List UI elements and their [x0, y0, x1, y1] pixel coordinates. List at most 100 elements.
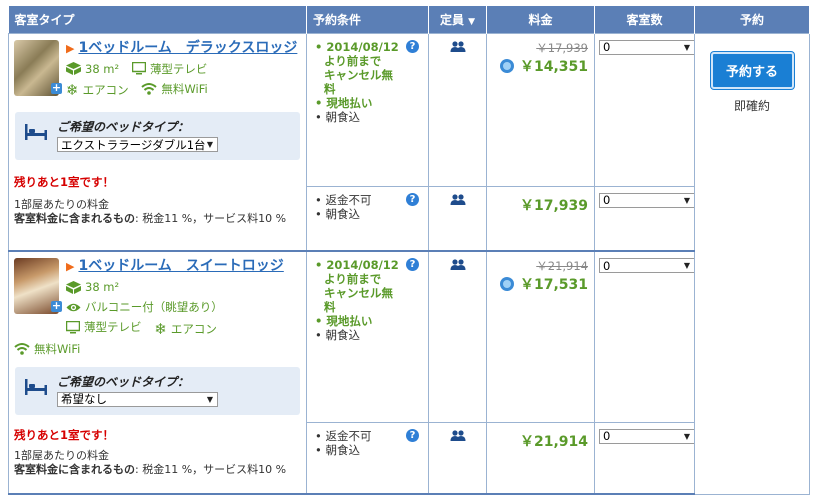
bed-icon [25, 378, 47, 395]
included-label: 客室料金に含まれるもの [14, 462, 135, 476]
quantity-cell: 0 ▼ [594, 185, 695, 252]
plus-icon: + [51, 80, 62, 94]
breakfast-label: 朝食込 [325, 442, 360, 457]
wifi-icon [141, 83, 158, 95]
quantity-cell: 0 ▼ [594, 32, 695, 187]
bed-type-label: ご希望のベッドタイプ： [57, 374, 190, 389]
room-thumbnail[interactable]: + [14, 258, 62, 314]
bed-type-value: エクストララージダブル1台 [61, 137, 206, 152]
header-room-type: 客室タイプ [8, 6, 307, 33]
help-icon[interactable]: ? [406, 192, 419, 206]
header-capacity-label: 定員 [439, 12, 464, 27]
room-quantity-select[interactable]: 0 ▼ [599, 428, 695, 444]
header-conditions: 予約条件 [306, 6, 429, 33]
discount-icon [499, 58, 514, 73]
help-icon[interactable]: ? [406, 258, 419, 271]
instant-confirm-label: 即確約 [733, 98, 770, 113]
pay-at-hotel-label: 現地払い [326, 95, 373, 110]
feature-wifi-label: 無料WiFi [161, 81, 208, 96]
bed-type-select[interactable]: 希望なし ▼ [57, 391, 218, 407]
snowflake-ac-icon: ❄ [154, 319, 167, 338]
price: ￥17,531 [519, 277, 588, 293]
breakfast-included: • 朝食込 [315, 442, 360, 457]
included-note: 客室料金に含まれるもの: 税金11 %，サービス料10 % [14, 212, 306, 226]
room-thumbnail[interactable]: + [14, 39, 62, 96]
room-name: 1ベッドルーム スイートロッジ [78, 258, 284, 274]
breakfast-label: 朝食込 [325, 109, 360, 124]
feature-tv: 薄型テレビ [131, 59, 208, 79]
quantity-cell: 0 ▼ [594, 421, 695, 495]
conditions-cell: • 2014/08/12 より前まで キャンセル無 料 • 現地払い • 朝食込… [306, 32, 429, 187]
cancel-date: 2014/08/12 [326, 39, 399, 54]
non-refundable-label: 返金不可 [325, 192, 372, 207]
bed-type-select[interactable]: エクストララージダブル1台 ▼ [57, 137, 218, 152]
pay-at-hotel-label: 現地払い [326, 314, 373, 328]
capacity-cell [428, 185, 487, 252]
persons-icon [450, 193, 465, 205]
tv-icon [131, 62, 146, 75]
bed-type-box: ご希望のベッドタイプ： エクストララージダブル1台 ▼ [15, 112, 300, 160]
persons-icon [450, 40, 465, 52]
cancel-line-2: より前まで [324, 272, 382, 286]
room-cell: + ▶ 1ベッドルーム スイートロッジ 38 m² バルコニー付（眺望あり） 薄型… [8, 250, 307, 495]
book-button[interactable]: 予約する [710, 51, 794, 89]
feature-ac: ❄ エアコン [154, 319, 217, 339]
wifi-icon [14, 343, 30, 355]
breakfast-included: • 朝食込 [315, 328, 360, 342]
included-note: 客室料金に含まれるもの: 税金11 %，サービス料10 % [14, 463, 306, 477]
bed-type-box: ご希望のベッドタイプ： 希望なし ▼ [15, 366, 300, 415]
price-cell: ￥17,939 ￥14,351 [486, 32, 595, 187]
breakfast-label: 朝食込 [325, 206, 360, 221]
feature-ac: ❄ エアコン [66, 80, 129, 100]
non-refundable-label: 返金不可 [325, 428, 372, 443]
cancel-line-3: キャンセル無 [324, 286, 393, 300]
rate-row: + ▶ 1ベッドルーム スイートロッジ 38 m² バルコニー付（眺望あり） 薄型… [8, 250, 810, 495]
cancel-line-2: より前まで [324, 53, 382, 68]
arrow-right-icon: ▶ [66, 41, 75, 55]
price-cell: ￥21,914 ￥17,531 [486, 250, 595, 423]
feature-tv: 薄型テレビ [66, 317, 142, 337]
help-icon[interactable]: ? [406, 39, 419, 53]
breakfast-included: • 朝食込 [315, 109, 360, 124]
original-price: ￥21,914 [536, 259, 588, 273]
sort-down-icon: ▼ [468, 16, 476, 27]
few-left-alert: 残りあと1室です！ [14, 427, 115, 442]
feature-size: 38 m² [66, 59, 119, 79]
feature-balcony-label: バルコニー付（眺望あり） [85, 300, 223, 314]
header-price: 料金 [486, 6, 595, 33]
room-quantity-select[interactable]: 0 ▼ [599, 39, 695, 55]
bed-type-value: 希望なし [61, 392, 107, 406]
room-name-link[interactable]: ▶ 1ベッドルーム デラックスロッジ [66, 40, 297, 57]
rate-row: + ▶ 1ベッドルーム デラックスロッジ 38 m² 薄型テレビ ❄ エアコン 無料… [8, 32, 810, 495]
header-capacity[interactable]: 定員 ▼ [428, 6, 487, 33]
balcony-view-icon [66, 303, 81, 311]
included-value: : 税金11 %，サービス料10 % [135, 462, 287, 476]
help-icon[interactable]: ? [406, 428, 419, 442]
feature-size-label: 38 m² [85, 61, 120, 76]
room-quantity-value: 0 [603, 193, 611, 207]
feature-ac-label: エアコン [170, 321, 217, 336]
header-booking: 予約 [694, 6, 810, 33]
persons-icon [450, 429, 465, 441]
pay-at-hotel: • 現地払い [315, 314, 373, 328]
bed-type-label: ご希望のベッドタイプ： [57, 120, 190, 134]
room-quantity-select[interactable]: 0 ▼ [599, 258, 695, 273]
chevron-down-icon: ▼ [683, 42, 690, 52]
booking-cell: 予約する 即確約 [694, 32, 810, 495]
conditions-cell: • 2014/08/12 より前まで キャンセル無 料 • 現地払い • 朝食込… [306, 250, 429, 423]
price-cell: ￥17,939 [486, 185, 595, 252]
room-quantity-select[interactable]: 0 ▼ [599, 192, 695, 208]
chevron-down-icon: ▼ [206, 394, 213, 404]
feature-tv-label: 薄型テレビ [149, 61, 208, 76]
snowflake-ac-icon: ❄ [66, 81, 79, 99]
room-quantity-value: 0 [603, 40, 611, 54]
room-rate-table: 客室タイプ 予約条件 定員 ▼ 料金 客室数 予約 + ▶ 1ベッドルーム デラッ… [8, 6, 810, 495]
room-quantity-value: 0 [603, 258, 611, 273]
room-name-link[interactable]: ▶ 1ベッドルーム スイートロッジ [66, 258, 284, 275]
feature-ac-label: エアコン [82, 83, 129, 97]
price-note: 1部屋あたりの料金 [14, 198, 109, 211]
feature-balcony: バルコニー付（眺望あり） [66, 297, 223, 317]
quantity-cell: 0 ▼ [594, 250, 695, 423]
room-name: 1ベッドルーム デラックスロッジ [78, 39, 298, 56]
size-icon [66, 62, 81, 75]
